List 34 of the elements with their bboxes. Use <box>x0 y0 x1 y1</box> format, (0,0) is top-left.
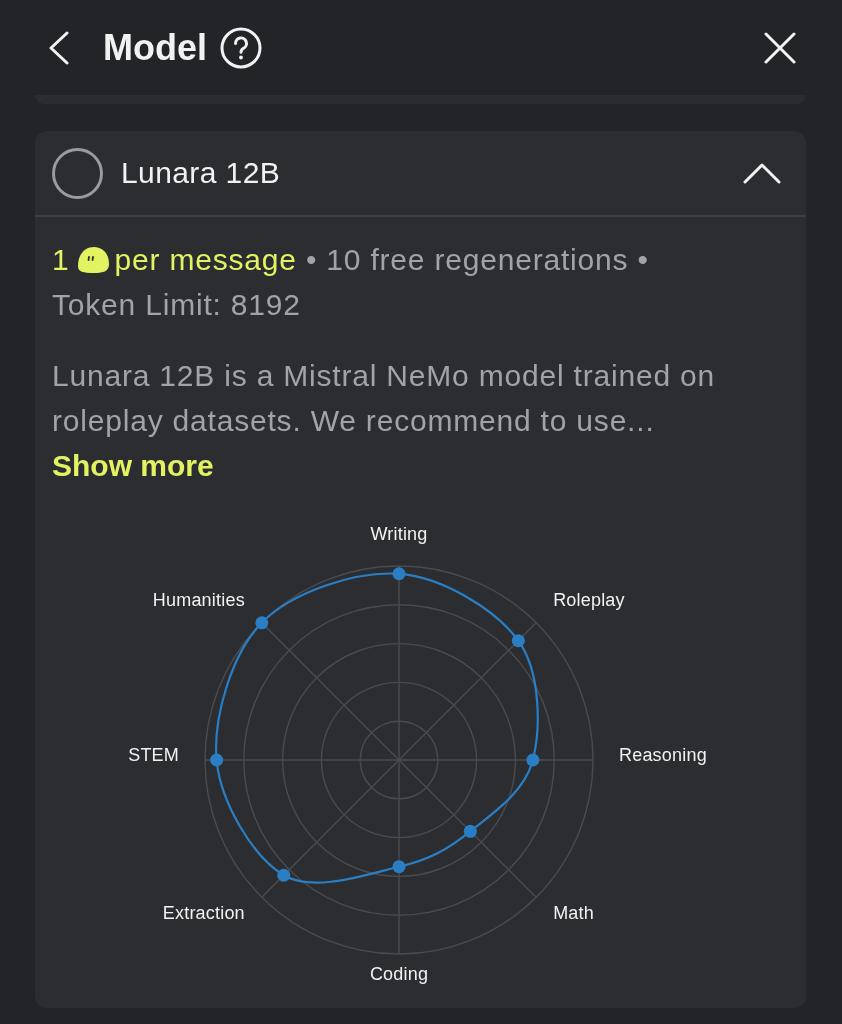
score-point <box>463 824 477 838</box>
axis-label: Coding <box>369 963 429 984</box>
price-unit: per message <box>114 243 297 276</box>
axis-label: STEM <box>128 744 179 765</box>
model-name: Lunara 12B <box>121 156 281 190</box>
score-point <box>511 634 525 648</box>
slime-coin-icon <box>75 246 111 274</box>
bullet-separator: • <box>305 243 318 276</box>
score-point <box>255 616 269 630</box>
axis-label: Math <box>553 902 594 923</box>
chevron-left-icon <box>48 30 70 65</box>
chevron-icon[interactable] <box>743 162 781 184</box>
price-amount: 1 <box>52 243 70 276</box>
model-description: Lunara 12B is a Mistral NeMo model trained on roleplay datasets. We recommend to use... <box>52 358 716 439</box>
axis-label: Extraction <box>162 902 245 923</box>
model-feature: 10 free regenerations <box>326 243 629 276</box>
axis-label: Writing <box>370 523 428 544</box>
page-title: Model <box>103 26 207 69</box>
score-point <box>392 860 406 874</box>
score-point <box>210 753 224 767</box>
help-icon[interactable] <box>220 26 262 69</box>
axis-label: Roleplay <box>553 589 625 610</box>
score-point <box>277 868 291 882</box>
bullet-separator: • <box>637 243 649 276</box>
close-button[interactable] <box>764 31 796 64</box>
axis-label: Humanities <box>152 589 245 610</box>
radio-button[interactable] <box>52 147 103 199</box>
model-feature: Token Limit: 8192 <box>52 288 301 321</box>
score-point <box>392 567 406 581</box>
show-more-link[interactable]: Show more <box>52 443 214 488</box>
axis-label: Reasoning <box>619 744 707 765</box>
score-point <box>526 753 540 767</box>
close-icon <box>764 31 796 64</box>
back-button[interactable] <box>48 30 70 65</box>
